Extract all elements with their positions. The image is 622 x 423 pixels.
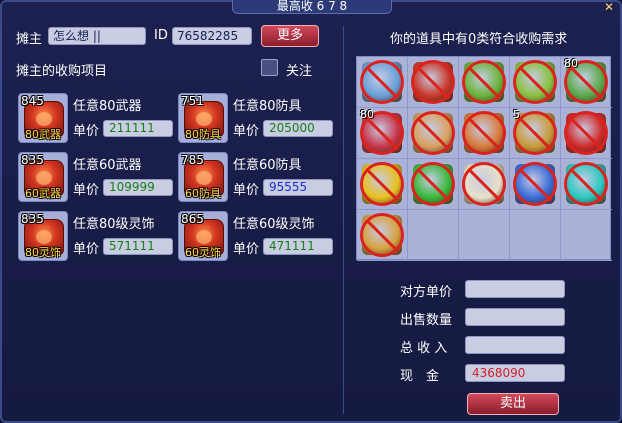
inventory-slot[interactable] — [510, 159, 561, 210]
shop-window: 最高收 6 7 8 ✕ 摊主 怎么想 || ID 76582285 更多 摊主的… — [0, 0, 622, 423]
prohibited-icon — [513, 162, 557, 206]
match-header: 你的道具中有0类符合收购需求 — [390, 32, 568, 47]
sell-qty-label: 出售数量 — [400, 313, 453, 328]
window-title: 最高收 6 7 8 — [232, 0, 392, 14]
inventory-slot[interactable]: 80 — [561, 57, 612, 108]
inventory-slot[interactable] — [459, 159, 510, 210]
item-name: 任意80级灵饰 — [73, 217, 155, 232]
section-title: 摊主的收购项目 — [16, 64, 108, 79]
total-income-field — [465, 336, 565, 354]
sell-qty-input[interactable] — [465, 308, 565, 326]
prohibited-icon — [462, 111, 506, 155]
inventory-slot[interactable] — [561, 108, 612, 159]
item-count: 80 — [360, 108, 374, 121]
inventory-slot[interactable]: 5 — [510, 108, 561, 159]
sell-button[interactable]: 卖出 — [467, 393, 559, 415]
prohibited-icon — [462, 162, 506, 206]
item-count: 5 — [513, 108, 520, 121]
price-value: 109999 — [103, 179, 173, 196]
item-tag: 80武器 — [25, 128, 61, 141]
prohibited-icon — [360, 213, 404, 257]
inventory-slot[interactable] — [408, 57, 459, 108]
inventory-slot[interactable] — [357, 210, 408, 261]
inventory-slot[interactable] — [408, 210, 459, 261]
inventory-slot[interactable]: 80 — [357, 108, 408, 159]
wanted-item-icon[interactable]: 845 80武器 — [18, 93, 68, 143]
owner-label: 摊主 — [16, 32, 43, 47]
unit-price-label: 对方单价 — [400, 285, 453, 300]
item-code: 835 — [21, 212, 44, 226]
price-value: 95555 — [263, 179, 333, 196]
item-tag: 60防具 — [185, 187, 221, 200]
price-value: 571111 — [103, 238, 173, 255]
inventory-slot[interactable] — [459, 57, 510, 108]
price-label: 单价 — [73, 124, 100, 139]
item-code: 865 — [181, 212, 204, 226]
item-code: 785 — [181, 153, 204, 167]
prohibited-icon — [564, 111, 608, 155]
item-code: 751 — [181, 94, 204, 108]
price-label: 单价 — [73, 183, 100, 198]
inventory-slot[interactable] — [561, 159, 612, 210]
close-icon[interactable]: ✕ — [602, 0, 616, 14]
wanted-item-icon[interactable]: 865 60灵饰 — [178, 211, 228, 261]
item-tag: 80灵饰 — [25, 246, 61, 259]
item-name: 任意80武器 — [73, 99, 142, 114]
price-value: 211111 — [103, 120, 173, 137]
unit-price-field — [465, 280, 565, 298]
price-value: 471111 — [263, 238, 333, 255]
inventory-grid: 80 80 5 — [356, 56, 612, 261]
item-name: 任意60级灵饰 — [233, 217, 315, 232]
inventory-slot[interactable] — [408, 108, 459, 159]
item-count: 80 — [564, 57, 578, 70]
id-field: 76582285 — [172, 27, 252, 45]
item-name: 任意80防具 — [233, 99, 302, 114]
prohibited-icon — [513, 60, 557, 104]
item-name: 任意60防具 — [233, 158, 302, 173]
inventory-slot[interactable] — [357, 159, 408, 210]
price-label: 单价 — [73, 242, 100, 257]
item-tag: 60武器 — [25, 187, 61, 200]
inventory-slot[interactable] — [459, 108, 510, 159]
item-code: 835 — [21, 153, 44, 167]
item-tag: 80防具 — [185, 128, 221, 141]
item-name: 任意60武器 — [73, 158, 142, 173]
follow-label: 关注 — [286, 64, 313, 79]
inventory-slot[interactable] — [408, 159, 459, 210]
prohibited-icon — [411, 162, 455, 206]
cash-label: 现 金 — [400, 369, 440, 384]
total-income-label: 总 收 入 — [400, 341, 448, 356]
price-value: 205000 — [263, 120, 333, 137]
wanted-item-icon[interactable]: 835 80灵饰 — [18, 211, 68, 261]
item-tag: 60灵饰 — [185, 246, 221, 259]
prohibited-icon — [360, 162, 404, 206]
wanted-item-icon[interactable]: 751 80防具 — [178, 93, 228, 143]
price-label: 单价 — [233, 124, 260, 139]
item-code: 845 — [21, 94, 44, 108]
prohibited-icon — [564, 162, 608, 206]
prohibited-icon — [411, 111, 455, 155]
panel-divider — [343, 26, 344, 414]
cash-field: 4368090 — [465, 364, 565, 382]
prohibited-icon — [360, 60, 404, 104]
inventory-slot[interactable] — [459, 210, 510, 261]
price-label: 单价 — [233, 242, 260, 257]
inventory-slot[interactable] — [510, 57, 561, 108]
price-label: 单价 — [233, 183, 260, 198]
inventory-slot[interactable] — [561, 210, 612, 261]
follow-checkbox[interactable] — [261, 59, 278, 76]
inventory-slot[interactable] — [510, 210, 561, 261]
wanted-item-icon[interactable]: 785 60防具 — [178, 152, 228, 202]
inventory-slot[interactable] — [357, 57, 408, 108]
more-button[interactable]: 更多 — [261, 25, 319, 47]
id-label: ID — [154, 28, 168, 43]
prohibited-icon — [462, 60, 506, 104]
wanted-item-icon[interactable]: 835 60武器 — [18, 152, 68, 202]
owner-name-field: 怎么想 || — [48, 27, 146, 45]
prohibited-icon — [411, 60, 455, 104]
